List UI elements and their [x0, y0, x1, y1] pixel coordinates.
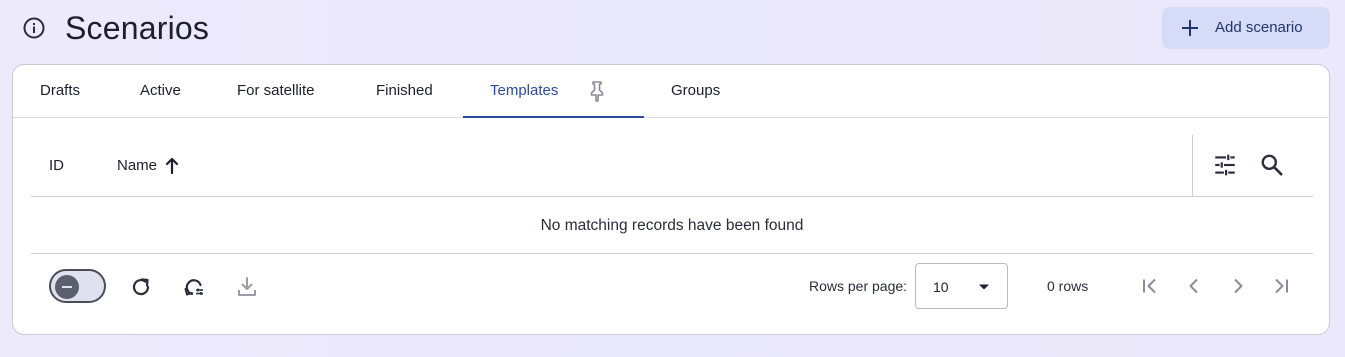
- tab-templates[interactable]: Templates: [463, 65, 644, 118]
- tab-groups[interactable]: Groups: [657, 65, 747, 118]
- empty-state-row: No matching records have been found: [31, 197, 1313, 254]
- tab-label: Templates: [490, 82, 559, 99]
- auto-refresh-icon[interactable]: [182, 275, 206, 299]
- chevron-down-icon: [979, 284, 989, 290]
- tab-for-satellite[interactable]: For satellite: [223, 65, 343, 118]
- column-header-id[interactable]: ID: [49, 157, 64, 175]
- sort-ascending-icon[interactable]: [164, 157, 180, 175]
- tab-label: Groups: [671, 82, 721, 99]
- toggle-knob: [55, 275, 79, 299]
- rows-per-page-select[interactable]: 10: [915, 263, 1008, 309]
- toggle-switch[interactable]: [49, 269, 106, 303]
- tab-label: For satellite: [237, 82, 315, 99]
- tab-drafts[interactable]: Drafts: [27, 65, 107, 118]
- plus-icon: [1182, 20, 1198, 36]
- rows-count: 0 rows: [1047, 278, 1089, 294]
- column-divider: [1192, 135, 1193, 197]
- download-icon[interactable]: [235, 275, 259, 299]
- scenarios-card: Drafts Active For satellite Finished Tem…: [12, 64, 1330, 335]
- tab-finished[interactable]: Finished: [363, 65, 453, 118]
- tab-label: Drafts: [40, 82, 81, 99]
- next-page-icon[interactable]: [1226, 274, 1250, 298]
- column-header-name[interactable]: Name: [117, 157, 157, 175]
- tab-label: Active: [140, 82, 181, 99]
- table-footer: Rows per page: 10 0 rows: [13, 255, 1329, 335]
- table-header: ID Name: [31, 135, 1313, 197]
- refresh-icon[interactable]: [129, 275, 153, 299]
- first-page-icon[interactable]: [1138, 274, 1162, 298]
- search-icon[interactable]: [1259, 152, 1285, 178]
- last-page-icon[interactable]: [1269, 274, 1293, 298]
- rows-per-page-label: Rows per page:: [809, 278, 908, 294]
- previous-page-icon[interactable]: [1182, 274, 1206, 298]
- tab-bar: Drafts Active For satellite Finished Tem…: [13, 65, 1329, 118]
- add-scenario-label: Add scenario: [1215, 19, 1303, 36]
- page-title: Scenarios: [65, 10, 210, 46]
- column-settings-icon[interactable]: [1212, 152, 1238, 178]
- info-circle-icon[interactable]: [22, 16, 46, 40]
- add-scenario-button[interactable]: Add scenario: [1162, 7, 1330, 49]
- pin-icon[interactable]: [587, 80, 607, 102]
- page-header: Scenarios Add scenario: [0, 0, 1345, 56]
- rows-per-page-value: 10: [933, 279, 949, 295]
- tab-label: Finished: [376, 82, 433, 99]
- empty-state-message: No matching records have been found: [540, 217, 804, 234]
- tab-active[interactable]: Active: [123, 65, 203, 118]
